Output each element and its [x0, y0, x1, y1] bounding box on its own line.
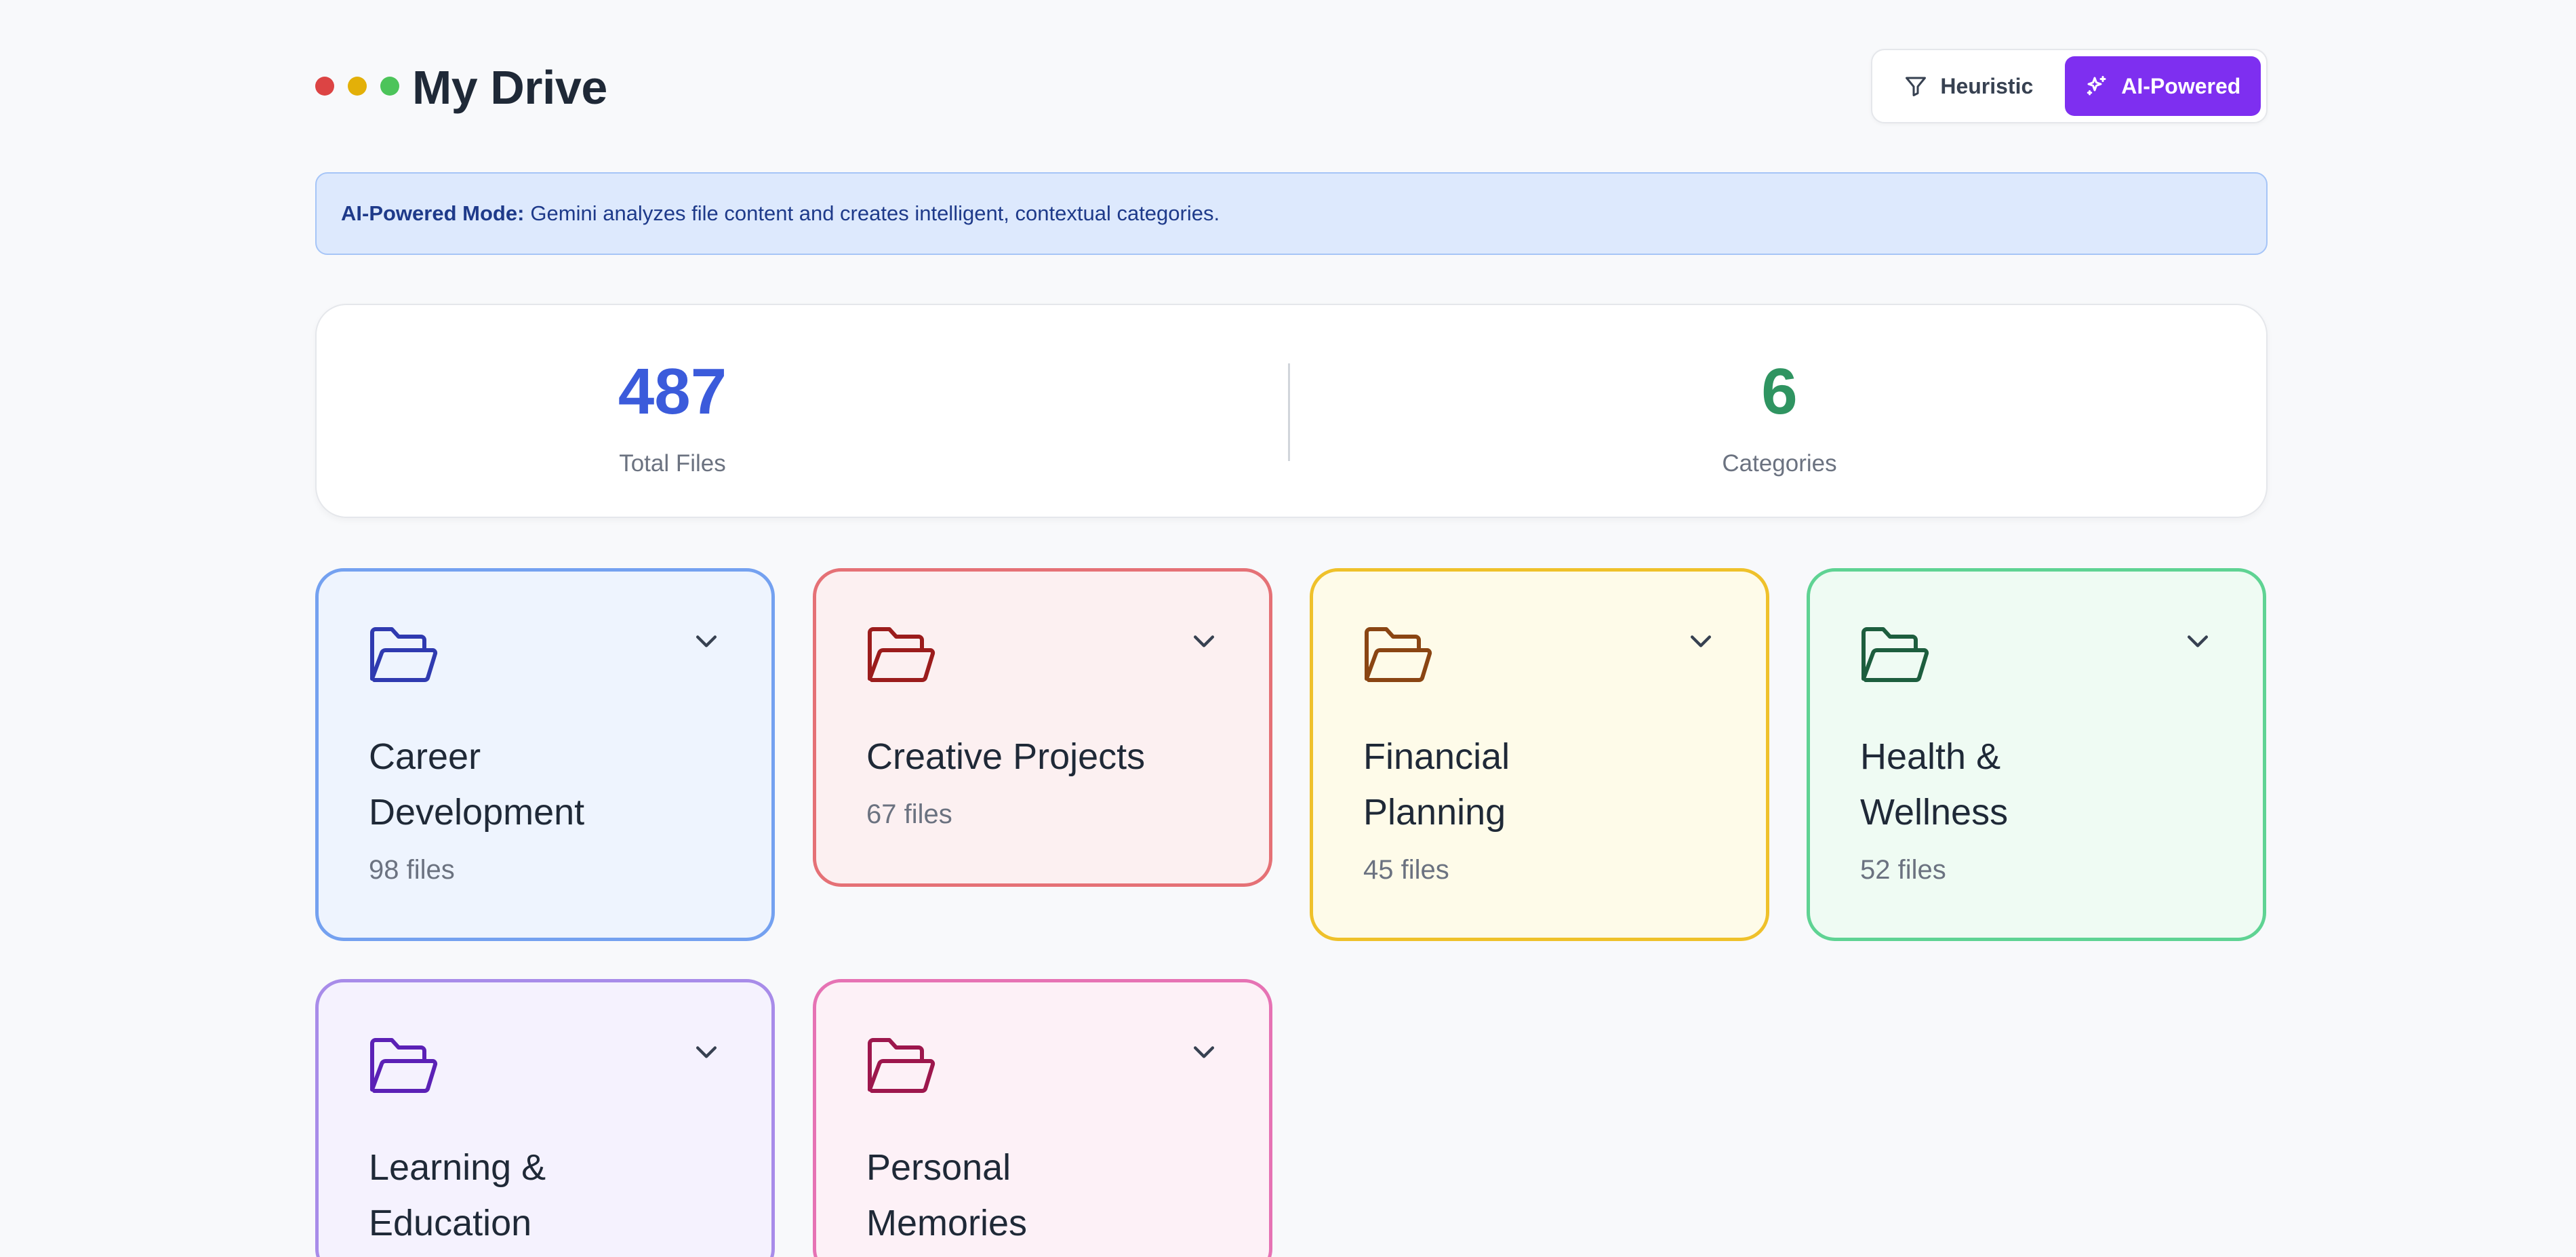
chevron-down-icon[interactable] [1189, 1037, 1219, 1066]
total-files-label: Total Files [619, 450, 726, 477]
category-title: Learning & Education [369, 1147, 546, 1243]
category-title: Creative Projects [866, 736, 1146, 777]
category-title: Financial Planning [1363, 736, 1510, 833]
folder-open-icon [370, 1038, 438, 1093]
filter-icon [1906, 77, 1927, 96]
chevron-down-icon[interactable] [2183, 626, 2213, 656]
chevron-down-icon[interactable] [1189, 626, 1219, 656]
chevron-down-icon[interactable] [691, 626, 721, 656]
page: My Drive Heuristic AI-Powered AI-Powered… [0, 0, 2576, 1257]
ai-powered-mode-button[interactable]: AI-Powered [2064, 56, 2261, 116]
category-file-count: 67 files [866, 799, 952, 829]
category-file-count: 98 files [369, 855, 455, 885]
sparkles-icon [2087, 76, 2106, 96]
banner-mode-label: AI-Powered Mode: [341, 201, 525, 225]
heuristic-mode-label: Heuristic [1940, 73, 2034, 98]
total-files-value: 487 [618, 355, 727, 428]
category-card-health-wellness[interactable]: Health & Wellness 52 files [1807, 568, 2266, 941]
maximize-window-dot-icon[interactable] [380, 77, 399, 96]
category-file-count: 45 files [1363, 855, 1449, 885]
category-card-personal-memories[interactable]: Personal Memories [813, 979, 1272, 1257]
total-files-stat: 487 Total Files [317, 305, 1287, 517]
folder-open-icon [1861, 627, 1929, 682]
folder-open-icon [370, 627, 438, 682]
category-card-financial-planning[interactable]: Financial Planning 45 files [1310, 568, 1769, 941]
window-controls [315, 77, 399, 96]
category-title: Health & Wellness [1860, 736, 2009, 833]
minimize-window-dot-icon[interactable] [348, 77, 367, 96]
chevron-down-icon[interactable] [691, 1037, 721, 1066]
folder-open-icon [868, 627, 935, 682]
mode-info-banner: AI-Powered Mode: Gemini analyzes file co… [315, 172, 2268, 255]
category-title: Personal Memories [866, 1147, 1028, 1243]
heuristic-mode-button[interactable]: Heuristic [1878, 56, 2059, 116]
chevron-down-icon[interactable] [1686, 626, 1716, 656]
folder-open-icon [1365, 627, 1432, 682]
header: My Drive Heuristic AI-Powered [315, 0, 2268, 172]
category-title: Career Development [369, 736, 585, 833]
close-window-dot-icon[interactable] [315, 77, 334, 96]
category-card-learning-education[interactable]: Learning & Education [315, 979, 775, 1257]
main-container: My Drive Heuristic AI-Powered AI-Powered… [315, 0, 2268, 1257]
mode-toggle: Heuristic AI-Powered [1871, 49, 2268, 123]
stats-panel: 487 Total Files 6 Categories [315, 304, 2268, 518]
category-card-career-development[interactable]: Career Development 98 files [315, 568, 775, 941]
categories-value: 6 [1761, 355, 1798, 428]
stats-divider [1288, 363, 1290, 461]
page-title: My Drive [412, 61, 607, 114]
ai-powered-mode-label: AI-Powered [2121, 73, 2241, 98]
category-card-creative-projects[interactable]: Creative Projects 67 files [813, 568, 1272, 887]
category-file-count: 52 files [1860, 855, 1946, 885]
banner-description: Gemini analyzes file content and creates… [530, 201, 1220, 225]
categories-stat: 6 Categories [1291, 305, 2268, 517]
categories-label: Categories [1722, 450, 1837, 477]
folder-open-icon [868, 1038, 935, 1093]
